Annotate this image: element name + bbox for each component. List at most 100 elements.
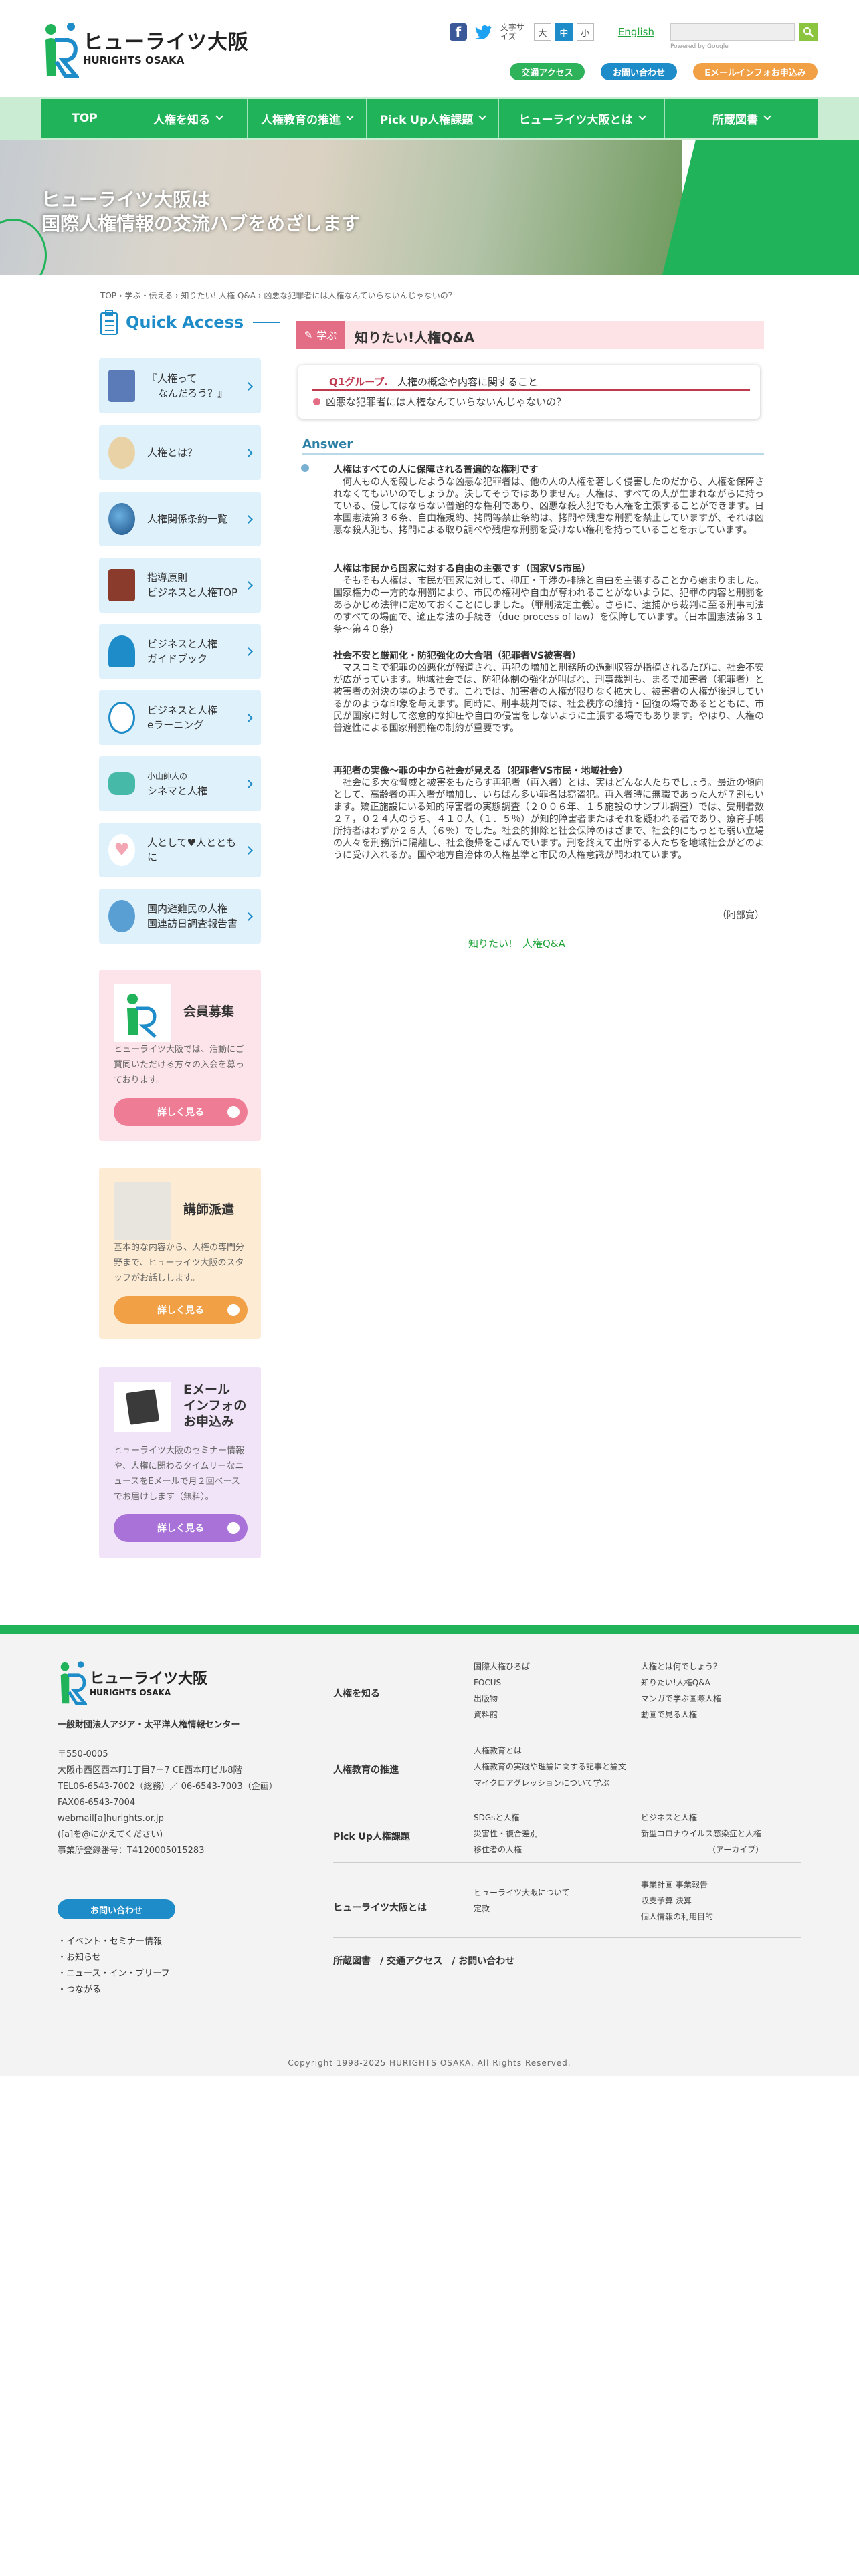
author-signature: （阿部寛） [717,910,764,921]
nav-item-education[interactable]: 人権教育の推進 [248,99,367,138]
footer-link-connect[interactable]: ・つながる [58,1982,170,1998]
sidebar-item-together[interactable]: ♥ 人として♥人とともに [99,823,261,877]
member-promo-title: 会員募集 [183,1004,235,1019]
arrow-circle-icon [227,1304,240,1316]
english-link[interactable]: English [618,26,654,38]
footer-row-education: 人権教育の推進 人権教育とは 人権教育の実践や理論に関する記事と論文 マイクロアグレ… [333,1739,801,1796]
footer-link-brief[interactable]: ・ニュース・イン・ブリーフ [58,1966,170,1982]
email-promo-desc: ヒューライツ大阪のセミナー情報や、人権に関わるタイムリーなニュースをEメールで月… [114,1446,245,1502]
lecturer-more-button[interactable]: 詳しく見る [114,1296,248,1324]
logo-mark-icon [114,984,171,1042]
chevron-right-icon [244,580,253,590]
chevron-down-icon [215,112,223,120]
lecturer-photo [114,1182,171,1240]
checklist-icon [100,310,118,335]
site-logo[interactable]: ヒューライツ大阪 HURIGHTS OSAKA [41,20,249,78]
chevron-down-icon [346,112,354,120]
email-promo: Eメール インフォの お申込み ヒューライツ大阪のセミナー情報や、人権に関わるタ… [99,1367,261,1558]
twitter-icon[interactable] [474,23,492,41]
nav-item-pickup[interactable]: Pick Up人権課題 [367,99,499,138]
sidebar-item-what-is-human-rights[interactable]: 『人権って なんだろう？』 [99,358,261,413]
search-powered-label: Powered by Google [670,43,729,50]
member-promo-desc: ヒューライツ大阪では、活動にご賛同いただける方々の入会を募っております。 [114,1045,245,1085]
nav-item-library[interactable]: 所蔵図書 [665,99,818,138]
member-promo: 会員募集 ヒューライツ大阪では、活動にご賛同いただける方々の入会を募っております… [99,970,261,1141]
booklet-icon [108,370,135,402]
font-size-label: 文字サイズ [500,23,524,41]
footer-row-pickup: Pick Up人権課題 SDGsと人権 災害性・複合差別 移住者の人権 ビジネスと人… [333,1806,801,1863]
chevron-right-icon [244,381,253,391]
contact-button[interactable]: お問い合わせ [601,63,677,80]
question-link[interactable]: 凶悪な犯罪者には人権なんていらないんじゃないの？ [313,395,566,409]
font-size-large-button[interactable]: 大 [533,23,551,41]
question-group: Q1グループ. 人権の概念や内容に関すること [329,376,539,388]
un-icon [108,900,135,932]
chevron-down-icon [763,112,771,120]
answer-section: 人権はすべての人に保障される普遍的な権利です 何人もの人を殺したような凶悪な犯罪… [333,465,764,536]
sidebar-item-business-elearning[interactable]: ビジネスと人権 eラーニング [99,690,261,745]
search-button[interactable] [799,23,818,41]
answer-heading: Answer [302,437,353,451]
elearning-icon [108,702,135,734]
book-icon [108,569,135,601]
lecturer-promo-desc: 基本的な内容から、人権の専門分野まで、ヒューライツ大阪のスタッフがお話しします。 [114,1243,245,1283]
answer-section: 社会不安と厳罰化・防犯強化の大合唱（犯罪者VS被害者） マスコミで犯罪の凶悪化が… [333,651,764,734]
arrow-circle-icon [227,1522,240,1534]
sidebar-item-guiding-principles[interactable]: 指導原則 ビジネスと人権TOP [99,558,261,613]
font-size-small-button[interactable]: 小 [576,23,594,41]
pencil-icon: ✎ [304,329,313,341]
footer-link-news[interactable]: ・お知らせ [58,1950,170,1966]
footer-link-events[interactable]: ・イベント・セミナー情報 [58,1934,170,1950]
quick-access-heading: Quick Access [99,309,280,336]
bullet-icon [313,398,320,405]
footer-bottom-links[interactable]: 所蔵図書 / 交通アクセス / お問い合わせ [333,1954,514,1967]
lecturer-promo-title: 講師派遣 [183,1202,235,1217]
answer-section: 人権は市民から国家に対する自由の主張です（国家VS市民） そもそも人権は、市民が… [333,564,764,635]
access-button[interactable]: 交通アクセス [510,63,585,80]
page-title-bar: ✎ 学ぶ 知りたい!人権Q&A [296,321,764,349]
footer-row-learn: 人権を知る 国際人権ひろば FOCUS 出版物 資料館 人権とは何でしょう？ 知りたい!… [333,1658,801,1729]
sidebar-item-human-rights[interactable]: 人権とは？ [99,425,261,480]
sidebar-item-cinema[interactable]: 小山帥人の シネマと人権 [99,756,261,811]
back-to-qa-link[interactable]: 知りたい! 人権Q&A [468,936,565,950]
footer-logo[interactable]: ヒューライツ大阪 HURIGHTS OSAKA [58,1658,207,1705]
chevron-right-icon [244,779,253,788]
sidebar-item-treaties[interactable]: 人権関係条約一覧 [99,492,261,546]
sidebar-item-idp-report[interactable]: 国内避難民の人権 国連訪日調査報告書 [99,889,261,944]
chevron-right-icon [244,845,253,855]
chevron-down-icon [478,112,486,120]
search-icon [803,27,814,37]
category-tag: ✎ 学ぶ [296,321,345,349]
footer-contact-button[interactable]: お問い合わせ [58,1899,175,1919]
chevron-down-icon [638,112,646,120]
hero-banner: ヒューライツ大阪は 国際人権情報の交流ハブをめざします [0,140,859,275]
heart-icon: ♥ [108,834,135,866]
chevron-right-icon [244,911,253,921]
font-size-medium-button[interactable]: 中 [555,23,573,41]
chevron-right-icon [244,713,253,722]
news-icon [114,1382,171,1432]
facebook-icon[interactable]: f [449,23,467,41]
nav-item-learn[interactable]: 人権を知る [128,99,248,138]
footer-side-links: ・イベント・セミナー情報 ・お知らせ ・ニュース・イン・ブリーフ ・つながる [58,1934,170,1998]
arrow-circle-icon [227,1106,240,1118]
chevron-right-icon [244,647,253,656]
map-icon [108,437,135,469]
bullet-icon [301,464,309,472]
logo-mark-icon [41,20,81,78]
logo-text-en: HURIGHTS OSAKA [83,54,185,66]
lecturer-promo: 講師派遣 基本的な内容から、人権の専門分野まで、ヒューライツ大阪のスタッフがお話… [99,1168,261,1339]
breadcrumb[interactable]: TOP › 学ぶ・伝える › 知りたい! 人権 Q&A › 凶悪な犯罪者には人権… [100,290,456,301]
globe-icon [108,503,135,535]
cinema-icon [108,772,135,795]
email-more-button[interactable]: 詳しく見る [114,1514,248,1542]
member-more-button[interactable]: 詳しく見る [114,1098,248,1126]
footer-org-name: 一般財団法人アジア・太平洋人権情報センター [58,1720,240,1730]
nav-item-about[interactable]: ヒューライツ大阪とは [499,99,665,138]
global-nav: TOP 人権を知る 人権教育の推進 Pick Up人権課題 ヒューライツ大阪とは… [41,99,818,138]
email-info-button[interactable]: Eメールインフォお申込み [693,63,818,80]
sidebar-item-business-guidebook[interactable]: ビジネスと人権 ガイドブック [99,624,261,679]
nav-item-top[interactable]: TOP [41,99,128,138]
footer-bar [0,1625,859,1634]
search-input[interactable] [670,23,795,41]
